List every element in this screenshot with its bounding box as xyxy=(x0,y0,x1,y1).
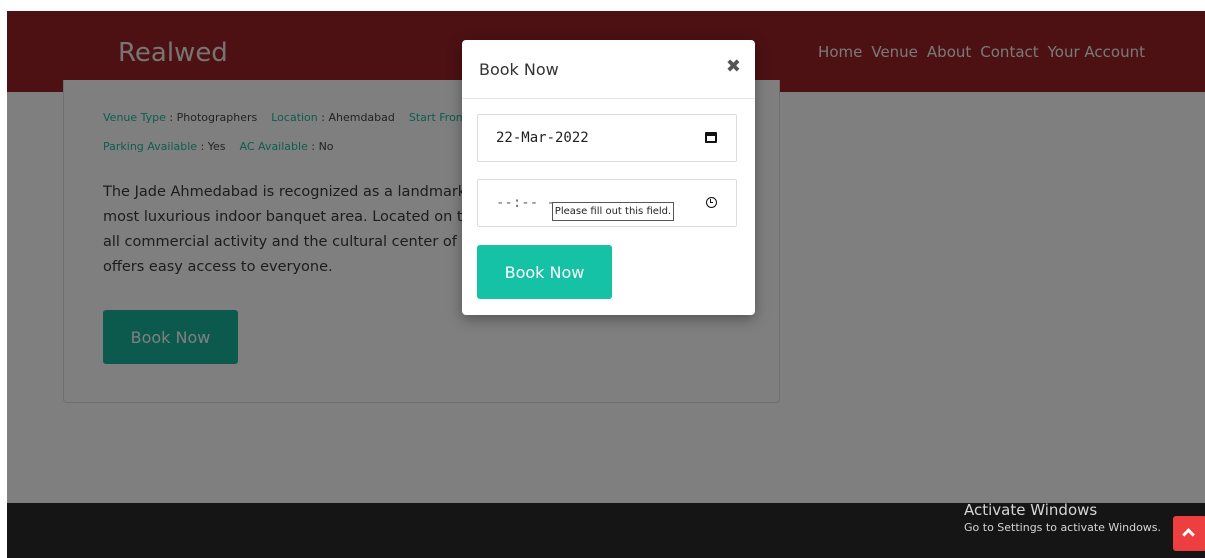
activation-subtitle: Go to Settings to activate Windows. xyxy=(964,521,1162,534)
close-icon[interactable]: ✖ xyxy=(726,56,741,77)
date-input[interactable]: 22-Mar-2022 xyxy=(477,114,737,162)
date-value: 22-Mar-2022 xyxy=(496,130,589,146)
activation-title: Activate Windows xyxy=(964,501,1098,519)
book-now-modal: Book Now ✖ 22-Mar-2022 --:-- -- Please f… xyxy=(462,40,755,315)
modal-header: Book Now ✖ xyxy=(462,40,755,99)
modal-title: Book Now xyxy=(479,60,559,79)
clock-icon[interactable] xyxy=(704,195,718,209)
chevron-up-icon xyxy=(1182,528,1195,541)
validation-tooltip: Please fill out this field. xyxy=(552,202,674,221)
page: Realwed Home Venue About Contact Your Ac… xyxy=(7,11,1205,558)
scroll-to-top-button[interactable] xyxy=(1173,516,1205,551)
calendar-icon[interactable] xyxy=(704,130,718,144)
windows-activation-watermark: Activate Windows Go to Settings to activ… xyxy=(964,501,1161,534)
modal-book-now-button[interactable]: Book Now xyxy=(477,245,612,299)
